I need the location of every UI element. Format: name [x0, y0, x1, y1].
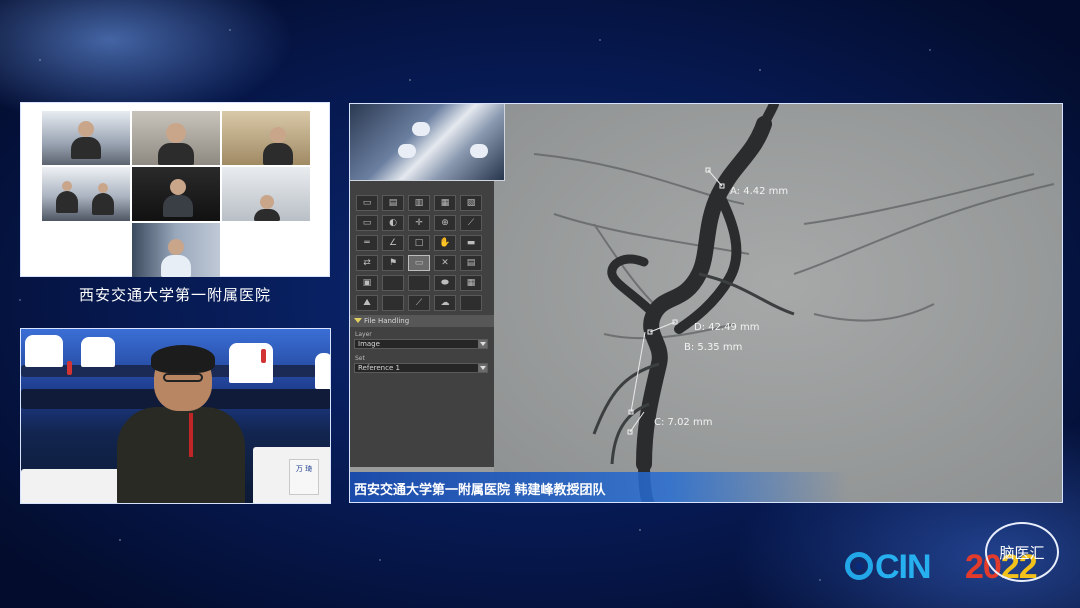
surgery-camera-inset: [350, 104, 505, 181]
tool-rect-icon[interactable]: □: [408, 235, 430, 251]
measurement-b: B: 5.35 mm: [684, 342, 742, 353]
angiography-share-screen: A: 4.42 mm D: 42.49 mm B: 5.35 mm C: 7.0…: [349, 103, 1063, 503]
measurement-c: C: 7.02 mm: [654, 417, 712, 428]
angiogram-image: A: 4.42 mm D: 42.49 mm B: 5.35 mm C: 7.0…: [494, 104, 1062, 502]
participant-tile: [42, 167, 130, 221]
water-bottle: [261, 349, 266, 363]
tool-arrows-icon[interactable]: ⇄: [356, 255, 378, 271]
tool-select-icon[interactable]: ▭: [356, 195, 378, 211]
audience-chair: [81, 337, 115, 367]
tool-layers-icon[interactable]: ▧: [460, 195, 482, 211]
cin-logo-icon: [845, 552, 873, 580]
imaging-tool-panel: ▭ ▤ ▥ ▦ ▧ ▭ ◐ ✛ ⊕ ⟋ ═ ∠ □ ✋ ▬ ⇄ ⚑ ▭ ✕ ▤ …: [350, 181, 494, 467]
team-caption-bar: 西安交通大学第一附属医院 韩建峰教授团队: [350, 472, 1062, 502]
tool-blank-icon[interactable]: [460, 295, 482, 311]
tool-film-icon[interactable]: ▬: [460, 235, 482, 251]
glove: [470, 144, 488, 158]
participant-tile: [132, 111, 220, 165]
cin-wordmark: CIN: [875, 548, 932, 586]
year-digit: 2: [965, 548, 984, 586]
tool-flag-icon[interactable]: ⚑: [382, 255, 404, 271]
tool-frame-icon[interactable]: ▭: [408, 255, 430, 271]
tool-measure-icon[interactable]: ⟋: [460, 215, 482, 231]
tool-split-icon[interactable]: ▤: [460, 255, 482, 271]
measurement-a: A: 4.42 mm: [730, 186, 788, 197]
participant-tile: [222, 167, 310, 221]
audience-chair: [25, 335, 63, 367]
tool-hand-icon[interactable]: ✋: [434, 235, 456, 251]
tool-print-icon[interactable]: ▣: [356, 275, 378, 291]
glasses: [163, 373, 203, 382]
participant-tile: [132, 167, 220, 221]
layer-select[interactable]: Image: [354, 339, 488, 349]
tool-grid: ▭ ▤ ▥ ▦ ▧ ▭ ◐ ✛ ⊕ ⟋ ═ ∠ □ ✋ ▬ ⇄ ⚑ ▭ ✕ ▤ …: [356, 195, 488, 311]
collapse-arrow-icon: [354, 318, 362, 323]
dropdown-arrow-icon: [478, 364, 487, 372]
seal-text: 脑医汇: [999, 544, 1045, 562]
tool-folder-icon[interactable]: ▤: [382, 195, 404, 211]
layer-value: Image: [358, 340, 380, 348]
naoyihui-seal: 脑医汇: [985, 522, 1059, 582]
name-card: 万 琦: [289, 459, 319, 495]
glove: [398, 144, 416, 158]
file-handling-header[interactable]: File Handling: [350, 315, 494, 327]
tool-mountain-icon[interactable]: ⛰: [356, 295, 378, 311]
tool-grid-icon[interactable]: ▦: [434, 195, 456, 211]
speaker-body: [117, 407, 245, 503]
participant-tile: [132, 223, 220, 277]
audience-chair: [229, 343, 273, 383]
layer-label: Layer: [355, 331, 372, 338]
tool-stack-icon[interactable]: ▥: [408, 195, 430, 211]
audience-chair: [315, 353, 330, 389]
water-bottle: [67, 361, 72, 375]
participant-tile: [222, 111, 310, 165]
tool-diagonal-icon[interactable]: ⟋: [408, 295, 430, 311]
measurement-d: D: 42.49 mm: [694, 322, 760, 333]
glove: [412, 122, 430, 136]
tool-pan-icon[interactable]: ✛: [408, 215, 430, 231]
tool-export-icon[interactable]: ▦: [460, 275, 482, 291]
speaker-hair: [151, 345, 215, 373]
angiogram-svg: A: 4.42 mm D: 42.49 mm B: 5.35 mm C: 7.0…: [494, 104, 1062, 502]
tool-blank-icon[interactable]: [382, 295, 404, 311]
lanyard: [189, 413, 193, 457]
tool-brightness-icon[interactable]: ◐: [382, 215, 404, 231]
tool-blank-icon[interactable]: [382, 275, 404, 291]
participant-tile: [42, 111, 130, 165]
audience-camera-view: 万 琦: [20, 328, 331, 504]
set-value: Reference 1: [358, 364, 400, 372]
team-caption: 西安交通大学第一附属医院 韩建峰教授团队: [354, 483, 606, 498]
tool-eraser-icon[interactable]: ⬬: [434, 275, 456, 291]
tool-ruler-icon[interactable]: ═: [356, 235, 378, 251]
name-card-text: 万 琦: [295, 465, 313, 473]
tool-angle-icon[interactable]: ∠: [382, 235, 404, 251]
file-handling-title: File Handling: [364, 317, 410, 325]
tool-cloud-icon[interactable]: ☁: [434, 295, 456, 311]
set-label: Set: [355, 355, 365, 362]
video-conference-grid: [20, 102, 330, 277]
tool-window-icon[interactable]: ▭: [356, 215, 378, 231]
tool-close-icon[interactable]: ✕: [434, 255, 456, 271]
tool-zoom-icon[interactable]: ⊕: [434, 215, 456, 231]
hospital-caption: 西安交通大学第一附属医院: [78, 286, 271, 304]
set-select[interactable]: Reference 1: [354, 363, 488, 373]
dropdown-arrow-icon: [478, 340, 487, 348]
tool-blank-icon[interactable]: [408, 275, 430, 291]
